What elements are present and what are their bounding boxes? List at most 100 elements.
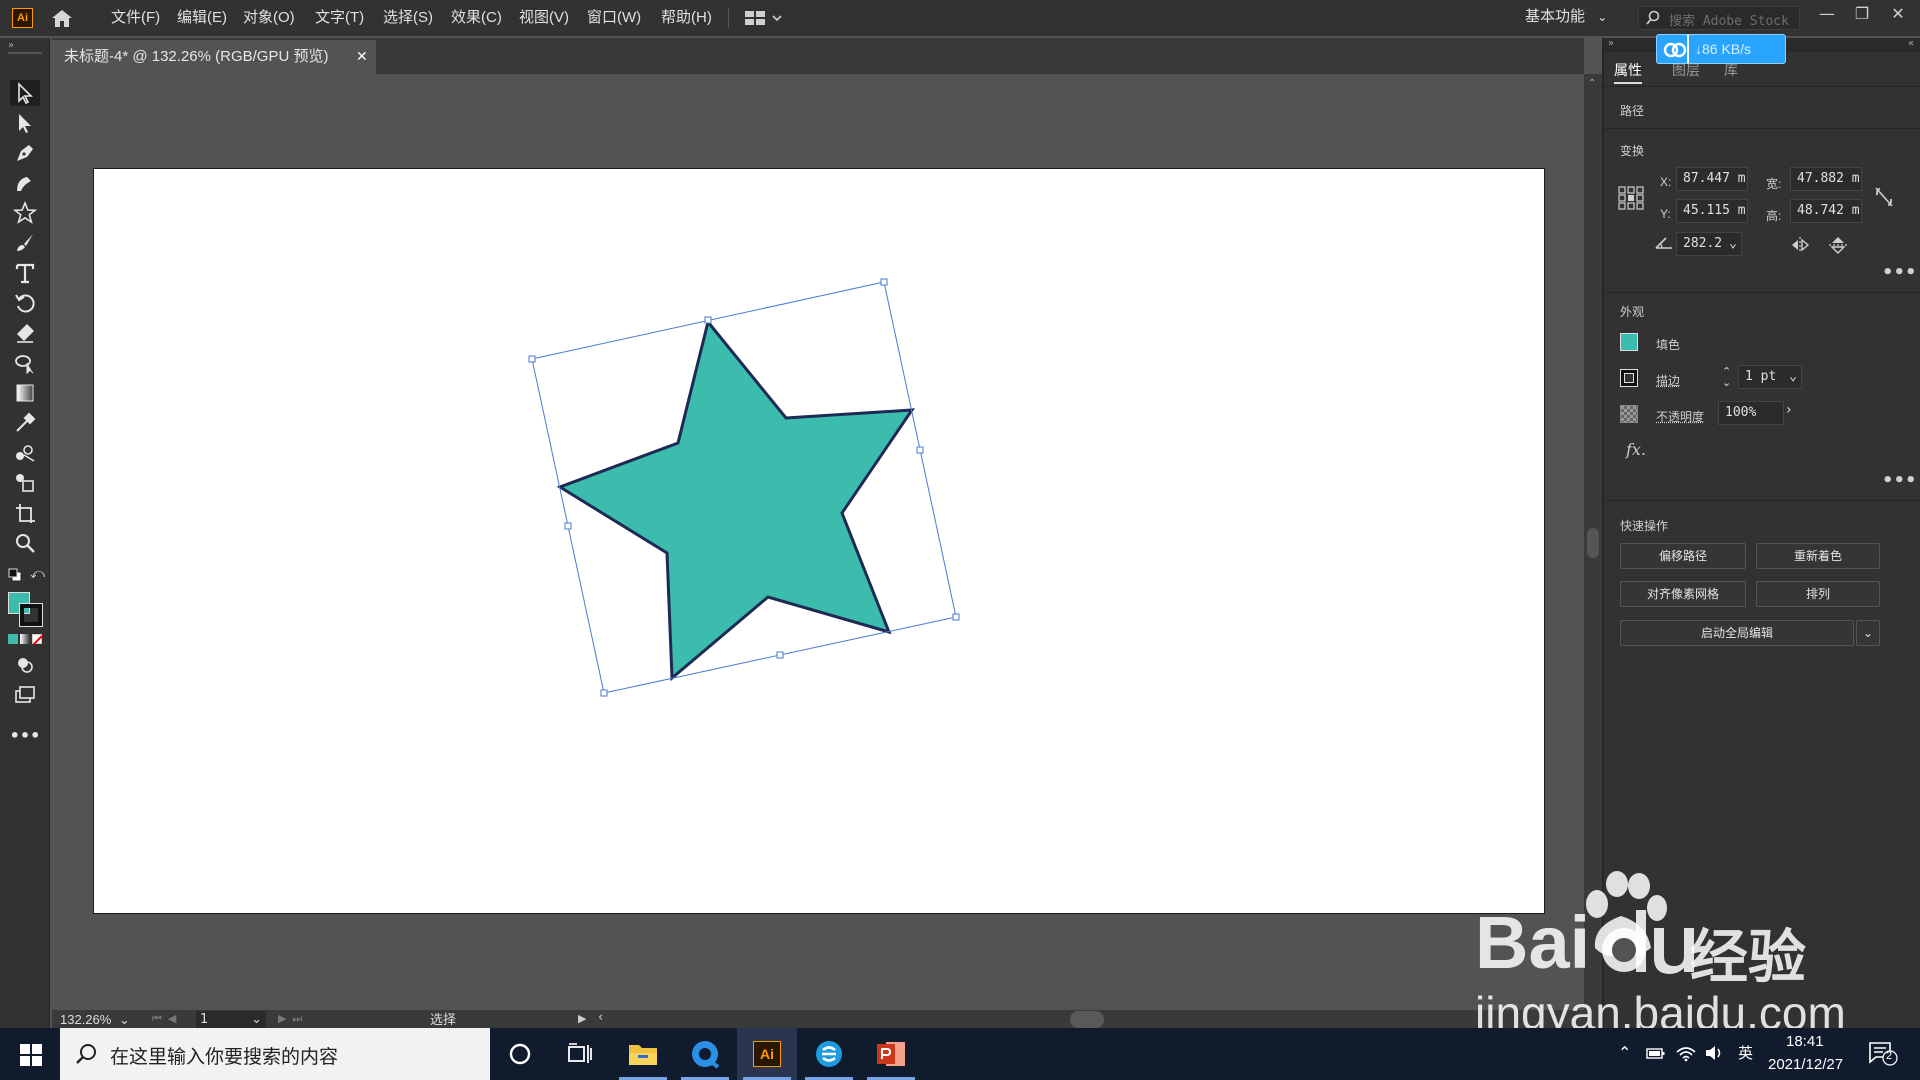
global-edit-options-button[interactable]: ⌄: [1856, 620, 1880, 646]
artboard-number-field[interactable]: 1 ⌄: [196, 1011, 266, 1029]
menu-file[interactable]: 文件(F): [111, 0, 160, 36]
direct-selection-tool-icon[interactable]: [10, 110, 40, 136]
scroll-up-icon[interactable]: ⌃: [1588, 78, 1596, 89]
transform-more-options-icon[interactable]: •••: [1882, 262, 1917, 283]
artboard-nav-next-last-icons[interactable]: ▶⏭: [278, 1012, 308, 1026]
draw-mode-icon[interactable]: [10, 652, 40, 678]
appearance-more-options-icon[interactable]: •••: [1882, 470, 1917, 491]
browser-icon[interactable]: [675, 1028, 735, 1080]
stroke-color-swatch[interactable]: [1620, 369, 1638, 387]
chevron-right-icon[interactable]: ›: [1786, 402, 1802, 424]
cortana-icon[interactable]: [490, 1028, 550, 1080]
star-tool-icon[interactable]: [10, 200, 40, 226]
artboard-nav-first-prev-icons[interactable]: ⏮◀: [152, 1012, 182, 1026]
menu-effect[interactable]: 效果(C): [451, 0, 502, 36]
show-hidden-icons-icon[interactable]: ⌃: [1618, 1043, 1631, 1062]
opacity-field[interactable]: 100%: [1718, 401, 1784, 425]
battery-icon[interactable]: [1646, 1046, 1666, 1064]
illustrator-taskbar-icon[interactable]: Ai: [737, 1028, 797, 1080]
align-pixel-grid-button[interactable]: 对齐像素网格: [1620, 581, 1746, 607]
menu-help[interactable]: 帮助(H): [661, 0, 712, 36]
powerpoint-icon[interactable]: [861, 1028, 921, 1080]
stroke-stepper-icon[interactable]: ⌃ ⌄: [1722, 366, 1731, 388]
stroke-label[interactable]: 描边: [1656, 372, 1680, 389]
rotate-tool-icon[interactable]: [10, 290, 40, 316]
document-tab[interactable]: 未标题-4* @ 132.26% (RGB/GPU 预览): [52, 40, 376, 74]
wifi-icon[interactable]: [1676, 1044, 1696, 1066]
eraser-tool-icon[interactable]: [10, 320, 40, 346]
task-view-icon[interactable]: [550, 1028, 610, 1080]
rotation-angle-field[interactable]: 282.2 ⌄: [1676, 232, 1742, 256]
offset-path-button[interactable]: 偏移路径: [1620, 543, 1746, 569]
notification-center-icon[interactable]: 2: [1868, 1040, 1898, 1066]
menu-select[interactable]: 选择(S): [383, 0, 433, 36]
collapse-toolbar-icon[interactable]: »: [8, 40, 14, 51]
clock-time[interactable]: 18:41: [1786, 1033, 1824, 1050]
arrange-button[interactable]: 排列: [1756, 581, 1880, 607]
gradient-mode-icon[interactable]: [20, 634, 30, 644]
width-field[interactable]: 47.882 m: [1790, 167, 1862, 191]
workspace-switcher[interactable]: 基本功能 ⌄: [1525, 0, 1607, 34]
arrange-documents-icon[interactable]: [745, 10, 782, 26]
close-tab-button[interactable]: ✕: [356, 40, 368, 74]
zoom-tool-icon[interactable]: [10, 530, 40, 556]
default-colors-icon[interactable]: [8, 568, 22, 582]
collapse-panel-icon[interactable]: »: [1608, 38, 1614, 49]
x-position-field[interactable]: 87.447 m: [1676, 167, 1748, 191]
stock-search-placeholder: 搜索 Adobe Stock: [1669, 14, 1789, 29]
zoom-level-field[interactable]: 132.26% ⌄: [60, 1011, 130, 1029]
none-mode-icon[interactable]: [32, 634, 43, 645]
minimize-button[interactable]: —: [1815, 4, 1839, 24]
more-tools-icon[interactable]: •••: [10, 722, 41, 748]
menu-object[interactable]: 对象(O): [243, 0, 295, 36]
taskbar-search-box[interactable]: 在这里输入你要搜索的内容: [60, 1028, 490, 1080]
menu-window[interactable]: 窗口(W): [587, 0, 641, 36]
flip-vertical-icon[interactable]: [1828, 236, 1848, 254]
effects-fx-button[interactable]: fx.: [1626, 440, 1646, 459]
constrain-proportions-icon[interactable]: [1874, 186, 1894, 208]
start-global-edit-button[interactable]: 启动全局编辑: [1620, 620, 1854, 646]
color-mode-icon[interactable]: [8, 634, 18, 644]
input-method-indicator[interactable]: 英: [1738, 1042, 1753, 1063]
start-button[interactable]: [0, 1028, 60, 1080]
menu-edit[interactable]: 编辑(E): [177, 0, 227, 36]
menu-type[interactable]: 文字(T): [315, 0, 364, 36]
horizontal-scroll-thumb[interactable]: [1070, 1011, 1104, 1028]
file-explorer-icon[interactable]: [613, 1028, 673, 1080]
stock-search-input[interactable]: 搜索 Adobe Stock: [1638, 6, 1800, 30]
fill-color-swatch[interactable]: [1620, 333, 1638, 351]
close-window-button[interactable]: ✕: [1886, 4, 1910, 24]
symbol-sprayer-tool-icon[interactable]: [10, 470, 40, 496]
screen-mode-icon[interactable]: [10, 682, 40, 708]
eyedropper-tool-icon[interactable]: [10, 410, 40, 436]
opacity-label[interactable]: 不透明度: [1656, 408, 1704, 425]
pen-tool-icon[interactable]: [10, 140, 40, 166]
recolor-button[interactable]: 重新着色: [1756, 543, 1880, 569]
stroke-weight-field[interactable]: 1 pt ⌄: [1738, 365, 1802, 389]
volume-icon[interactable]: [1704, 1044, 1724, 1066]
curvature-tool-icon[interactable]: [10, 170, 40, 196]
status-play-icon[interactable]: ▶: [578, 1012, 586, 1025]
selection-tool-icon[interactable]: [10, 80, 40, 106]
tab-properties[interactable]: 属性: [1614, 58, 1642, 84]
shape-builder-tool-icon[interactable]: [10, 350, 40, 376]
y-position-field[interactable]: 45.115 m: [1676, 199, 1748, 223]
scroll-left-icon[interactable]: ‹: [598, 1010, 603, 1025]
paintbrush-tool-icon[interactable]: [10, 230, 40, 256]
height-field[interactable]: 48.742 m: [1790, 199, 1862, 223]
blend-tool-icon[interactable]: [10, 440, 40, 466]
menu-view[interactable]: 视图(V): [519, 0, 569, 36]
flip-horizontal-icon[interactable]: [1790, 236, 1810, 254]
swap-colors-icon[interactable]: ⤺: [30, 566, 46, 582]
clock-date[interactable]: 2021/12/27: [1768, 1056, 1843, 1073]
reference-point-icon[interactable]: [1618, 186, 1644, 210]
restore-button[interactable]: ❐: [1850, 4, 1874, 24]
type-tool-icon[interactable]: [10, 260, 40, 286]
expand-panel-icon[interactable]: «: [1908, 38, 1914, 49]
artboard-tool-icon[interactable]: [10, 500, 40, 526]
ie-browser-icon[interactable]: [799, 1028, 859, 1080]
gradient-tool-icon[interactable]: [10, 380, 40, 406]
vertical-scroll-thumb[interactable]: [1587, 528, 1599, 558]
stroke-swatch[interactable]: [19, 603, 43, 627]
home-icon[interactable]: [50, 8, 74, 28]
